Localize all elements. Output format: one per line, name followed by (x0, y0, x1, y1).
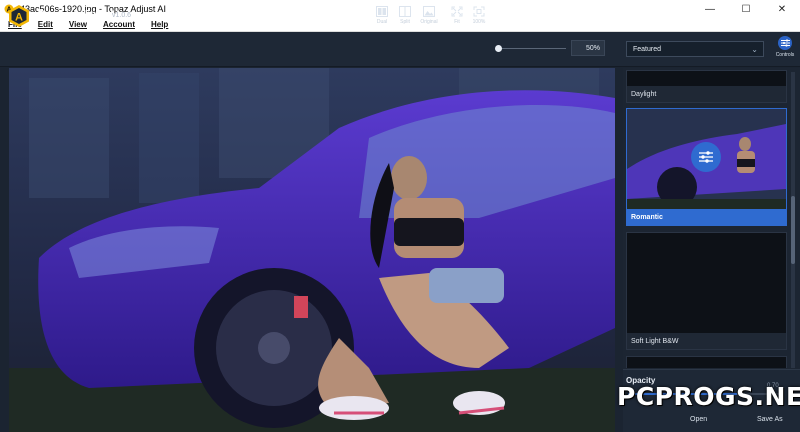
menu-view[interactable]: View (69, 20, 87, 29)
presets-scrollbar-thumb[interactable] (791, 196, 795, 264)
chevron-down-icon: ⌄ (751, 45, 758, 54)
zoom-fit-button[interactable]: Fit (446, 6, 468, 30)
adjust-preset-button[interactable] (691, 142, 721, 172)
open-button[interactable]: Open (690, 412, 707, 426)
image-icon (423, 6, 435, 17)
app-name: Topaz Adjust AI (38, 9, 120, 21)
split-view-icon (399, 6, 411, 17)
actual-size-icon (473, 6, 485, 17)
image-canvas[interactable] (9, 68, 615, 432)
menu-account[interactable]: Account (103, 20, 135, 29)
preset-card-next[interactable] (626, 356, 787, 368)
canvas-right-gutter (615, 68, 623, 432)
maximize-button[interactable]: ☐ (728, 0, 764, 18)
view-split-button[interactable]: Split (394, 6, 416, 30)
photo-preview (9, 68, 615, 432)
dual-view-icon (376, 6, 388, 17)
zoom-slider-handle[interactable] (495, 45, 502, 52)
topaz-logo-icon: A (9, 5, 29, 27)
sliders-icon (699, 151, 713, 163)
zoom-slider-track[interactable] (498, 48, 566, 49)
category-value: Featured (633, 45, 662, 53)
preset-card-soft-light-bw[interactable]: Soft Light B&W (626, 232, 787, 350)
watermark: PCPROGS.NET (617, 382, 800, 411)
zoom-100-button[interactable]: 100% (468, 6, 490, 30)
category-dropdown[interactable]: Featured ⌄ (626, 41, 764, 57)
preset-card-romantic[interactable]: Romantic (626, 108, 787, 226)
view-original-label: Original (420, 19, 438, 25)
preset-label: Soft Light B&W (627, 333, 786, 349)
controls-button[interactable]: Controls (772, 36, 798, 64)
fit-icon (451, 6, 463, 17)
minimize-button[interactable]: — (692, 0, 728, 18)
zoom-fit-label: Fit (454, 19, 460, 25)
menu-help[interactable]: Help (151, 20, 168, 29)
preset-card-daylight[interactable]: Daylight (626, 70, 787, 103)
view-dual-button[interactable]: Dual (371, 6, 393, 30)
save-as-label: Save As (757, 415, 783, 423)
menu-edit[interactable]: Edit (38, 20, 53, 29)
preset-label: Romantic (627, 209, 786, 225)
canvas-left-gutter (0, 68, 9, 432)
controls-label: Controls (775, 52, 795, 58)
zoom-100-label: 100% (472, 19, 486, 25)
view-split-label: Split (400, 19, 410, 25)
view-dual-label: Dual (376, 19, 388, 25)
app-version: v1.0.6 (112, 12, 132, 19)
view-original-button[interactable]: Original (418, 6, 440, 30)
zoom-value-field[interactable]: 50% (571, 40, 605, 56)
sliders-icon (780, 39, 790, 47)
close-button[interactable]: ✕ (764, 0, 800, 18)
preset-label: Daylight (627, 86, 786, 102)
svg-text:A: A (15, 12, 23, 24)
open-label: Open (690, 415, 708, 423)
save-as-button[interactable]: Save As (757, 412, 783, 426)
